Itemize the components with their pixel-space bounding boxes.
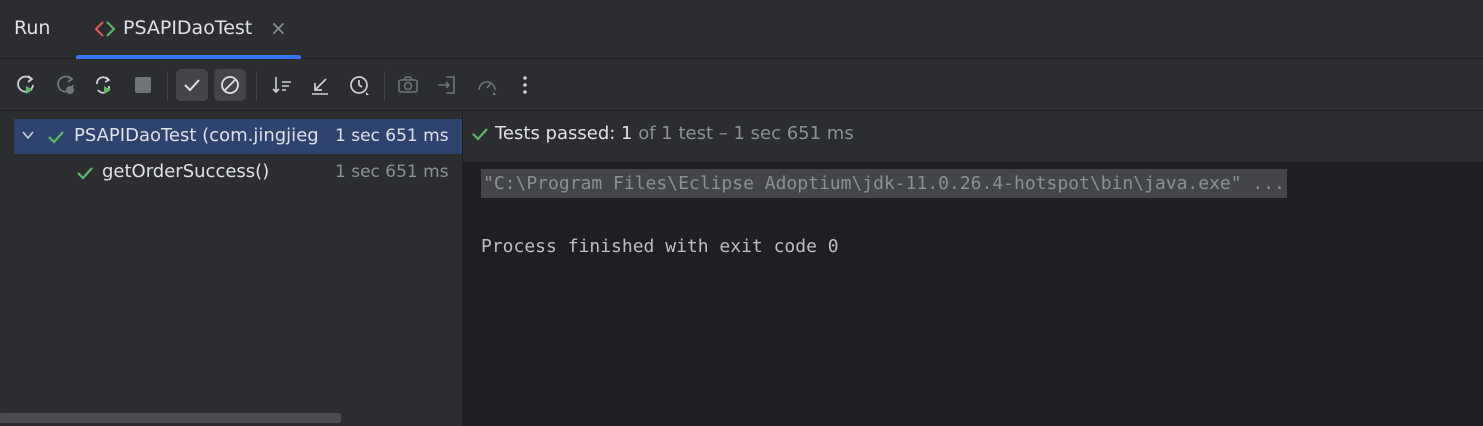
more-icon[interactable]	[509, 69, 541, 101]
child-test-time: 1 sec 651 ms	[335, 162, 449, 182]
rerun-icon[interactable]	[10, 69, 42, 101]
tool-window-header: Run PSAPIDaoTest ×	[0, 0, 1483, 59]
rerun-automatically-icon[interactable]	[87, 69, 119, 101]
status-summary: Tests passed: 1 of 1 test – 1 sec 651 ms	[495, 123, 854, 144]
test-tree-panel: PSAPIDaoTest (com.jingjieg 1 sec 651 ms …	[0, 112, 462, 426]
history-icon[interactable]	[343, 69, 375, 101]
test-runner-toolbar	[0, 60, 1483, 111]
collapse-icon[interactable]	[304, 69, 336, 101]
stop-icon[interactable]	[127, 69, 159, 101]
coverage-icon[interactable]	[471, 69, 503, 101]
child-test-label: getOrderSuccess()	[102, 161, 270, 182]
show-ignored-icon[interactable]	[214, 69, 246, 101]
tests-passed-detail: of 1 test – 1 sec 651 ms	[632, 123, 854, 144]
tree-row-child[interactable]: getOrderSuccess() 1 sec 651 ms	[14, 155, 462, 190]
sort-icon[interactable]	[266, 69, 298, 101]
close-icon[interactable]: ×	[270, 17, 287, 39]
rerun-failed-icon[interactable]	[50, 69, 82, 101]
test-status-bar: Tests passed: 1 of 1 test – 1 sec 651 ms	[463, 112, 1483, 162]
check-icon	[77, 167, 93, 180]
active-tab-indicator	[76, 55, 301, 59]
tree-row-root[interactable]: PSAPIDaoTest (com.jingjieg 1 sec 651 ms	[14, 119, 462, 154]
command-line[interactable]: "C:\Program Files\Eclipse Adoptium\jdk-1…	[481, 169, 1287, 198]
import-icon[interactable]	[431, 69, 463, 101]
tests-passed-label: Tests passed: 1	[495, 123, 633, 144]
tab-psapidaotest[interactable]: PSAPIDaoTest ×	[76, 0, 301, 59]
run-tool-window-title: Run	[14, 17, 51, 39]
root-test-label: PSAPIDaoTest (com.jingjieg	[74, 125, 319, 146]
test-results-icon	[94, 21, 116, 37]
root-test-time: 1 sec 651 ms	[335, 126, 449, 146]
check-icon	[48, 131, 64, 144]
horizontal-scrollbar[interactable]	[0, 413, 341, 423]
check-icon	[472, 128, 488, 141]
tab-label: PSAPIDaoTest	[123, 17, 253, 39]
snapshot-icon[interactable]	[392, 69, 424, 101]
console-output[interactable]: "C:\Program Files\Eclipse Adoptium\jdk-1…	[463, 162, 1483, 426]
toolbar-separator	[256, 71, 257, 101]
exit-message: Process finished with exit code 0	[481, 236, 839, 257]
show-passed-icon[interactable]	[176, 69, 208, 101]
chevron-down-icon[interactable]	[21, 128, 35, 142]
toolbar-separator	[384, 71, 385, 101]
toolbar-separator	[167, 71, 168, 101]
